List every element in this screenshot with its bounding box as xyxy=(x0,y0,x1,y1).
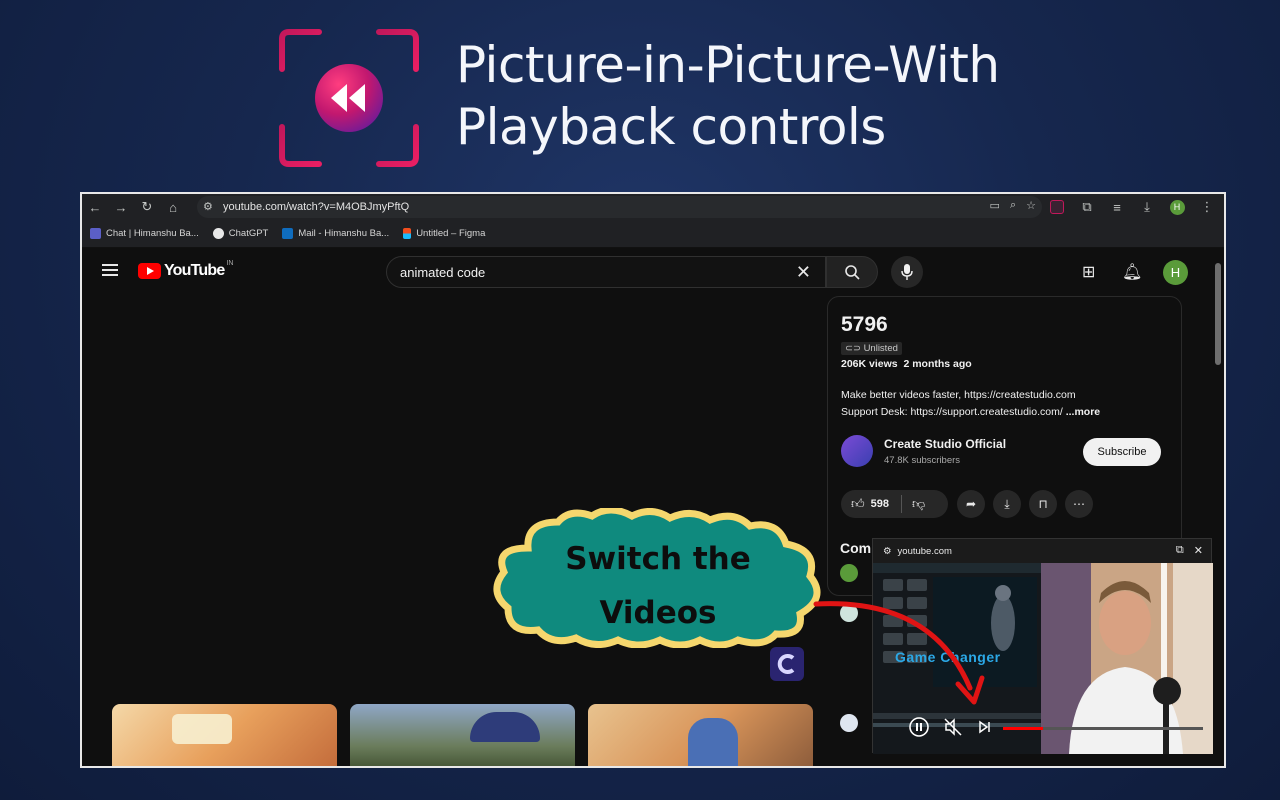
pip-host: youtube.com xyxy=(897,545,952,557)
pause-icon[interactable] xyxy=(909,717,929,737)
address-url: youtube.com/watch?v=M4OBJmyPftQ xyxy=(223,201,410,213)
back-to-tab-icon[interactable]: ⧉ xyxy=(1176,544,1184,557)
figma-icon xyxy=(403,228,412,239)
pip-titlebar: ⚙ youtube.com ⧉ ✕ xyxy=(873,539,1211,563)
bookmark-item[interactable]: ChatGPT xyxy=(212,228,268,239)
menu-icon[interactable]: ⋮ xyxy=(1194,194,1220,220)
reload-icon[interactable]: ↻ xyxy=(134,194,160,220)
cast-icon[interactable]: ▭ xyxy=(990,199,1000,212)
bookmark-item[interactable]: Chat | Himanshu Ba... xyxy=(90,228,199,239)
share-icon[interactable]: ➦ xyxy=(957,490,985,518)
show-more-link[interactable]: ...more xyxy=(1066,406,1100,418)
teams-icon xyxy=(90,228,101,239)
page-scrollbar[interactable] xyxy=(1215,263,1221,365)
save-icon[interactable]: ⊓ xyxy=(1029,490,1057,518)
clear-search-icon[interactable]: ✕ xyxy=(796,262,811,283)
related-video-thumbnail[interactable] xyxy=(588,704,813,766)
thumbs-up-icon[interactable]: 👍︎ xyxy=(851,496,865,512)
hamburger-menu-icon[interactable] xyxy=(102,264,118,276)
browser-toolbar: ← → ↻ ⌂ ⚙ youtube.com/watch?v=M4OBJmyPft… xyxy=(82,194,1224,220)
hero-title: Picture-in-Picture-With Playback control… xyxy=(456,34,1156,158)
outlook-icon xyxy=(282,228,294,239)
hero-title-line1: Picture-in-Picture-With xyxy=(456,36,1000,94)
subscribe-button[interactable]: Subscribe xyxy=(1083,438,1161,466)
bookmark-star-icon[interactable]: ☆ xyxy=(1026,199,1036,212)
bookmark-item[interactable]: Untitled – Figma xyxy=(403,228,485,239)
next-track-icon[interactable] xyxy=(977,719,993,735)
pip-progress-fill xyxy=(1003,727,1043,730)
video-stats: 206K views 2 months ago xyxy=(841,358,972,370)
commenter-avatar xyxy=(840,564,858,582)
app-logo xyxy=(279,29,419,167)
home-icon[interactable]: ⌂ xyxy=(160,194,186,220)
youtube-logo[interactable]: YouTube IN xyxy=(138,260,233,280)
close-pip-icon[interactable]: ✕ xyxy=(1194,544,1203,557)
pip-progress-bar[interactable] xyxy=(1003,727,1203,730)
commenter-avatar xyxy=(840,714,858,732)
channel-subscribers: 47.8K subscribers xyxy=(884,455,961,466)
related-video-thumbnail[interactable] xyxy=(112,704,337,766)
like-dislike-pill[interactable]: 👍︎ 598 👎︎ xyxy=(841,490,948,518)
site-info-icon[interactable]: ⚙ xyxy=(203,200,213,213)
unlisted-badge: ⊂⊃ Unlisted xyxy=(841,342,902,355)
youtube-play-icon xyxy=(138,263,161,279)
account-avatar[interactable]: H xyxy=(1163,260,1188,285)
extensions-icon[interactable]: ⧉ xyxy=(1074,194,1100,220)
profile-avatar[interactable]: H xyxy=(1164,194,1190,220)
thumbs-down-icon[interactable]: 👎︎ xyxy=(912,496,925,512)
forward-icon[interactable]: → xyxy=(108,194,134,220)
pip-settings-icon[interactable]: ⚙ xyxy=(883,546,892,557)
download-video-icon[interactable]: ⤓ xyxy=(993,490,1021,518)
create-video-icon[interactable]: ⊞ xyxy=(1082,262,1095,282)
channel-name[interactable]: Create Studio Official xyxy=(884,437,1006,451)
hero-title-line2: Playback controls xyxy=(456,98,886,156)
search-input[interactable]: animated code ✕ xyxy=(386,256,826,288)
bookmark-item[interactable]: Mail - Himanshu Ba... xyxy=(282,228,389,239)
callout-arrow-icon xyxy=(813,601,985,705)
video-title: 5796 xyxy=(841,313,888,336)
related-video-thumbnail[interactable] xyxy=(350,704,575,766)
create-studio-watermark-icon xyxy=(770,647,804,681)
search-button[interactable] xyxy=(826,256,878,288)
pip-playback-controls xyxy=(909,717,993,737)
download-icon[interactable]: ⤓ xyxy=(1134,194,1160,220)
video-description: Make better videos faster, https://creat… xyxy=(841,389,1101,418)
notifications-bell-icon[interactable]: 🔔︎ xyxy=(1122,262,1142,282)
callout-text: Switch the Videos xyxy=(565,541,751,631)
search-query: animated code xyxy=(400,264,486,280)
more-actions-icon[interactable]: ⋯ xyxy=(1065,490,1093,518)
chatgpt-icon xyxy=(212,228,224,239)
back-icon[interactable]: ← xyxy=(82,194,108,220)
zoom-icon[interactable]: ⌕ xyxy=(1010,199,1016,212)
bookmarks-bar: Chat | Himanshu Ba... ChatGPT Mail - Him… xyxy=(82,220,1224,248)
address-bar[interactable]: ⚙ youtube.com/watch?v=M4OBJmyPftQ ▭ ⌕ ☆ xyxy=(197,196,1042,218)
pip-extension-icon[interactable] xyxy=(1044,194,1070,220)
mute-icon[interactable] xyxy=(943,717,963,737)
voice-search-button[interactable] xyxy=(891,256,923,288)
channel-avatar[interactable] xyxy=(841,435,873,467)
search-icon xyxy=(845,265,860,280)
like-count: 598 xyxy=(870,498,889,510)
media-icon[interactable]: ≡ xyxy=(1104,194,1130,220)
mic-icon xyxy=(901,264,913,280)
